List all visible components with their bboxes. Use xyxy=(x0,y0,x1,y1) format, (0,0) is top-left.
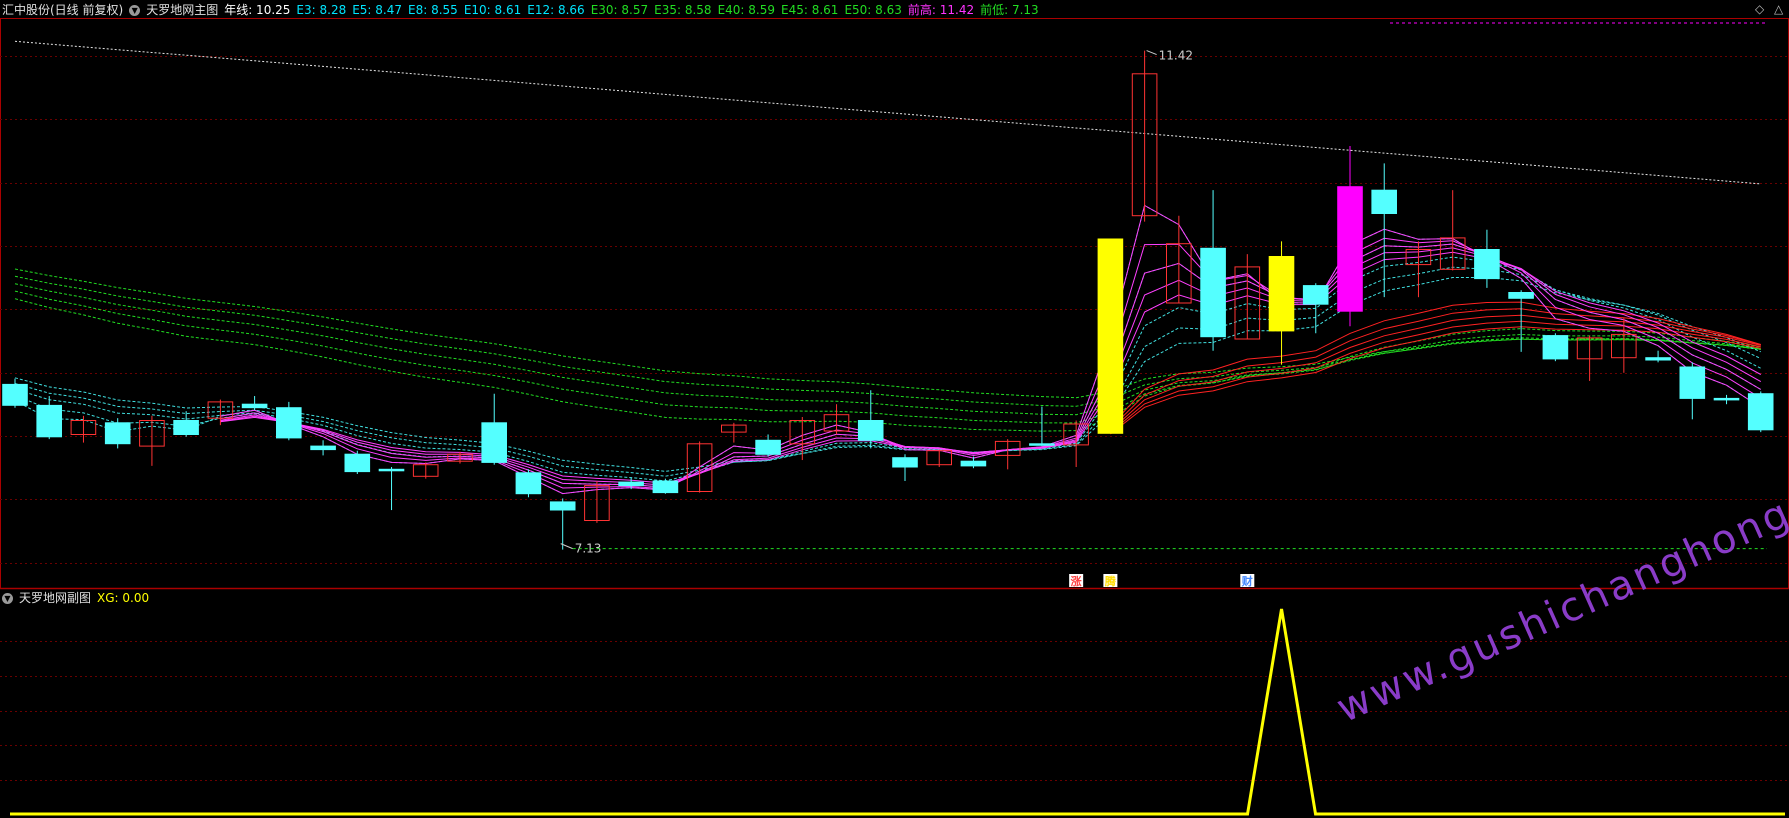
diamond-icon[interactable]: ◇ xyxy=(1755,2,1764,16)
candle-body xyxy=(1337,186,1363,312)
ema-cyan-line xyxy=(14,243,1762,488)
ema-pink-line xyxy=(220,204,1762,495)
indicator-values: 年线: 10.25 E3: 8.28 E5: 8.47 E8: 8.55 E10: 8.… xyxy=(224,1,1038,19)
candle-body xyxy=(104,422,131,445)
indicator-value: E30: 8.57 xyxy=(590,3,649,17)
indicator-value: E45: 8.61 xyxy=(781,3,839,17)
sub-header: ▼ 天罗地网副图 XG: 0.00 xyxy=(0,589,149,607)
candles xyxy=(2,50,1774,550)
candle-body xyxy=(1097,238,1124,434)
ema-green-line xyxy=(14,275,1761,407)
candle-body xyxy=(1713,397,1740,401)
candle-body xyxy=(1200,247,1226,338)
candle-body xyxy=(515,472,542,495)
candle-body xyxy=(310,445,336,451)
candle-body xyxy=(2,383,28,406)
xg-value: XG: 0.00 xyxy=(97,591,150,605)
indicator-value: E3: 8.28 xyxy=(296,3,347,17)
ema-long-band xyxy=(14,268,1761,432)
candle-body xyxy=(241,403,268,409)
indicator-value: 年线: 10.25 xyxy=(224,3,291,17)
indicator-value: E12: 8.66 xyxy=(527,3,585,17)
candle-body xyxy=(1747,393,1774,431)
ema-pink-band xyxy=(220,204,1762,495)
chart-canvas: 11.427.13 涨 腾 财 xyxy=(0,18,1789,816)
candle-body xyxy=(276,407,302,439)
annual-line xyxy=(14,40,1761,185)
candle-body xyxy=(1268,256,1295,332)
ema-green-line xyxy=(14,290,1761,424)
main-indicator-name[interactable]: 天罗地网主图 xyxy=(146,1,218,19)
indicator-value: E5: 8.47 xyxy=(352,3,403,17)
signal-label: 财 xyxy=(1241,574,1253,588)
signal-labels: 涨腾财 xyxy=(1069,574,1255,588)
ema-cyan-line xyxy=(14,204,1762,495)
candle-body xyxy=(1029,443,1055,446)
triangle-icon[interactable]: △ xyxy=(1774,2,1783,16)
ema-pink-line xyxy=(220,247,1762,486)
candle-body xyxy=(618,481,644,487)
high-low-markers: 11.427.13 xyxy=(560,22,1767,556)
indicator-value: 前低: 7.13 xyxy=(980,3,1039,17)
indicator-value: 前高: 11.42 xyxy=(907,3,975,17)
signal-label: 涨 xyxy=(1071,574,1082,588)
candle-body xyxy=(1645,357,1671,361)
main-header: 汇中股份(日线 前复权) ▼ 天罗地网主图 年线: 10.25 E3: 8.28 E… xyxy=(0,1,1039,19)
indicator-value: E50: 8.63 xyxy=(844,3,902,17)
ema-pink-line xyxy=(220,251,1762,484)
candle-body xyxy=(652,480,679,494)
indicator-value: E8: 8.55 xyxy=(408,3,458,17)
candle-body xyxy=(892,457,918,468)
indicator-value: E10: 8.61 xyxy=(463,3,522,17)
prev-high-pointer xyxy=(1146,50,1157,56)
candle-body xyxy=(36,404,63,438)
prev-high-label: 11.42 xyxy=(1159,49,1193,63)
candle-body xyxy=(1474,249,1500,280)
candle-body xyxy=(173,420,199,435)
candle-body xyxy=(960,460,987,467)
candle-body xyxy=(1679,366,1706,399)
candle-body xyxy=(481,422,507,463)
price-grid xyxy=(0,18,1789,781)
candle-body xyxy=(1371,189,1398,214)
chevron-down-icon[interactable]: ▼ xyxy=(2,592,13,604)
candle-body xyxy=(1508,292,1534,299)
annual-line xyxy=(14,40,1761,185)
candle-body xyxy=(857,420,884,441)
ema-cyan-line xyxy=(14,266,1762,477)
ema-short-band xyxy=(14,204,1762,495)
ema-green-line xyxy=(14,268,1761,399)
main-frame xyxy=(0,18,1789,589)
indicator-value: E40: 8.59 xyxy=(717,3,775,17)
candle-body xyxy=(1302,285,1329,305)
sub-indicator-name[interactable]: 天罗地网副图 xyxy=(19,589,91,607)
stock-name[interactable]: 汇中股份(日线 前复权) xyxy=(2,1,123,19)
candle-body xyxy=(549,501,576,511)
indicator-value: E35: 8.58 xyxy=(654,3,712,17)
chevron-down-icon[interactable]: ▼ xyxy=(129,4,141,16)
candle-body xyxy=(755,439,781,455)
signal-label: 腾 xyxy=(1105,574,1117,588)
candle-body xyxy=(344,453,371,473)
candle-body xyxy=(1542,335,1569,360)
candle-body xyxy=(378,468,405,472)
